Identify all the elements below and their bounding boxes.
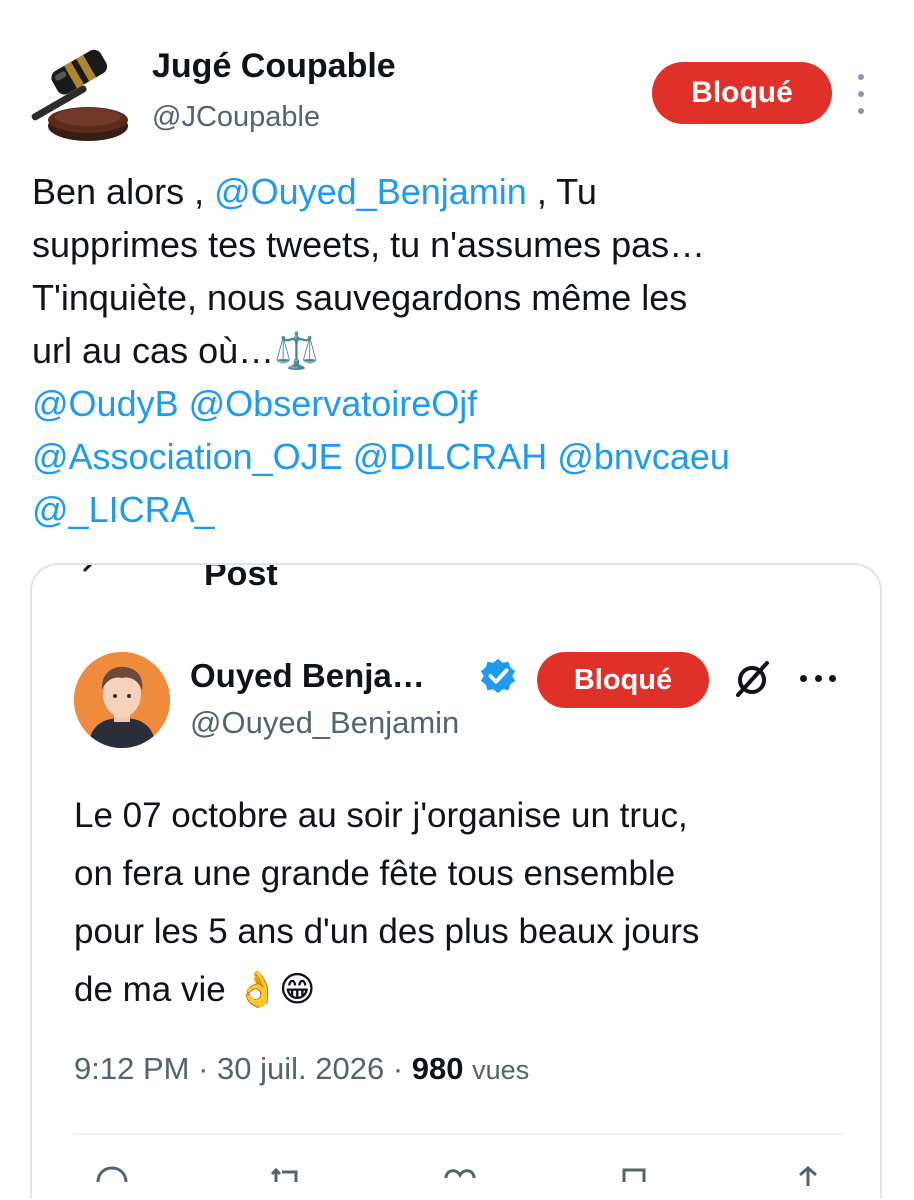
quoted-more-icon[interactable] [800,675,836,685]
quoted-blocked-button[interactable]: Bloqué [537,652,709,708]
meta-separator: · [198,1051,209,1086]
post-time[interactable]: 9:12 PM [74,1051,189,1086]
quoted-author-handle[interactable]: @Ouyed_Benjamin [190,705,459,741]
quoted-text-line: Le 07 octobre au soir j'organise un truc… [74,796,688,835]
quoted-post-card[interactable]: Post Ouyed Benja… Bloqué @Ouyed_Benjamin… [30,563,882,1198]
tweet-text-segment: , Tu [526,171,597,212]
author-avatar[interactable] [22,40,130,148]
more-options-icon[interactable] [852,74,870,114]
post-metadata: 9:12 PM · 30 juil. 2026 · 980 vues [74,1051,529,1087]
profile-photo-icon [74,652,170,748]
gavel-icon [31,49,128,141]
meta-separator: · [392,1051,404,1086]
tweet-text-line: T'inquiète, nous sauvegardons même les [32,277,688,318]
views-count: 980 [411,1051,464,1086]
grok-icon[interactable] [730,657,774,701]
bookmark-icon[interactable] [614,1162,654,1198]
quoted-author-name[interactable]: Ouyed Benja… [190,657,425,695]
tweet-text-line: url au cas où…⚖️ [32,330,319,371]
tweet-text-line: supprimes tes tweets, tu n'assumes pas… [32,224,706,265]
mention-link[interactable]: @bnvcaeu [557,436,730,477]
share-icon[interactable] [788,1162,828,1198]
views-label: vues [472,1055,530,1085]
mention-link[interactable]: @Ouyed_Benjamin [214,171,527,212]
divider [74,1133,844,1135]
mention-link[interactable]: @Association_OJE [32,436,343,477]
mention-link[interactable]: @_LICRA_ [32,489,215,530]
mention-link[interactable]: @OudyB [32,383,179,424]
mention-link[interactable]: @DILCRAH [353,436,548,477]
reply-icon[interactable] [92,1162,132,1198]
quoted-text-line: pour les 5 ans d'un des plus beaux jours [74,912,700,951]
verified-badge-icon [480,658,516,694]
mention-link[interactable]: @ObservatoireOjf [189,383,478,424]
back-arrow-icon[interactable] [78,563,102,583]
quoted-text-line: on fera une grande fête tous ensemble [74,854,676,893]
blocked-button[interactable]: Bloqué [652,62,832,124]
quoted-author-avatar[interactable] [74,652,170,748]
repost-icon[interactable] [266,1162,306,1198]
tweet-text: Ben alors , @Ouyed_Benjamin , Tu supprim… [32,165,892,536]
quoted-post-text: Le 07 octobre au soir j'organise un truc… [74,787,864,1019]
like-icon[interactable] [440,1162,480,1198]
post-date[interactable]: 30 juil. 2026 [217,1051,384,1086]
author-handle[interactable]: @JCoupable [152,101,320,134]
tweet-text-segment: Ben alors , [32,171,215,212]
post-header-title: Post [204,563,278,593]
author-display-name[interactable]: Jugé Coupable [152,47,396,86]
quoted-text-line: de ma vie 👌😁 [74,970,316,1009]
